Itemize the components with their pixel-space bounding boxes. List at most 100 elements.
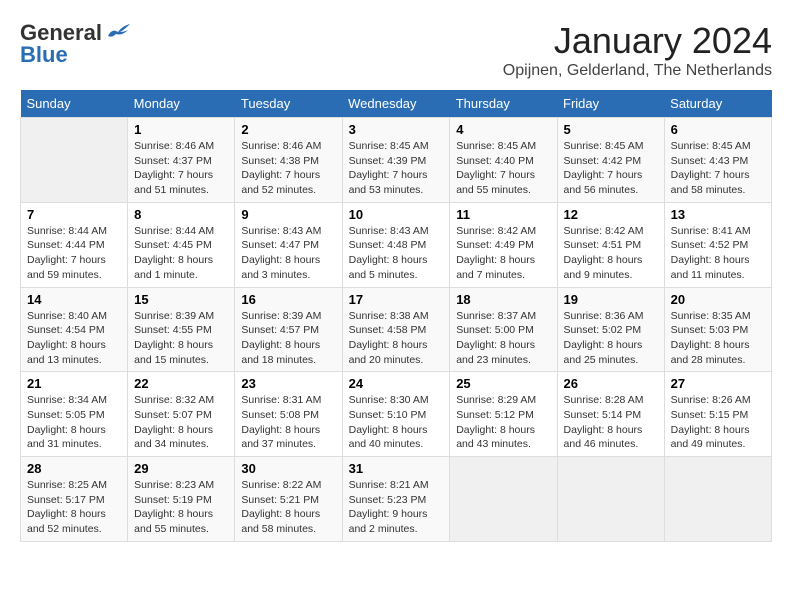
day-info: Sunrise: 8:43 AMSunset: 4:48 PMDaylight:… xyxy=(349,224,444,283)
day-info: Sunrise: 8:36 AMSunset: 5:02 PMDaylight:… xyxy=(564,309,658,368)
calendar-cell xyxy=(21,118,128,203)
day-info: Sunrise: 8:46 AMSunset: 4:38 PMDaylight:… xyxy=(241,139,335,198)
day-info: Sunrise: 8:44 AMSunset: 4:44 PMDaylight:… xyxy=(27,224,121,283)
calendar-cell: 20 Sunrise: 8:35 AMSunset: 5:03 PMDayligh… xyxy=(664,287,771,372)
day-info: Sunrise: 8:23 AMSunset: 5:19 PMDaylight:… xyxy=(134,478,228,537)
day-info: Sunrise: 8:29 AMSunset: 5:12 PMDaylight:… xyxy=(456,393,550,452)
day-number: 15 xyxy=(134,292,228,307)
day-info: Sunrise: 8:34 AMSunset: 5:05 PMDaylight:… xyxy=(27,393,121,452)
day-number: 10 xyxy=(349,207,444,222)
calendar-cell: 13 Sunrise: 8:41 AMSunset: 4:52 PMDayligh… xyxy=(664,202,771,287)
weekday-header-saturday: Saturday xyxy=(664,90,771,118)
day-number: 16 xyxy=(241,292,335,307)
day-info: Sunrise: 8:45 AMSunset: 4:43 PMDaylight:… xyxy=(671,139,765,198)
weekday-header-wednesday: Wednesday xyxy=(342,90,450,118)
weekday-header-friday: Friday xyxy=(557,90,664,118)
day-number: 24 xyxy=(349,376,444,391)
calendar-cell xyxy=(664,457,771,542)
calendar-cell: 1 Sunrise: 8:46 AMSunset: 4:37 PMDaylight… xyxy=(128,118,235,203)
day-info: Sunrise: 8:37 AMSunset: 5:00 PMDaylight:… xyxy=(456,309,550,368)
calendar-table: SundayMondayTuesdayWednesdayThursdayFrid… xyxy=(20,90,772,542)
weekday-header-tuesday: Tuesday xyxy=(235,90,342,118)
day-number: 20 xyxy=(671,292,765,307)
day-number: 29 xyxy=(134,461,228,476)
day-info: Sunrise: 8:39 AMSunset: 4:57 PMDaylight:… xyxy=(241,309,335,368)
calendar-week-5: 28 Sunrise: 8:25 AMSunset: 5:17 PMDayligh… xyxy=(21,457,772,542)
calendar-cell: 28 Sunrise: 8:25 AMSunset: 5:17 PMDayligh… xyxy=(21,457,128,542)
weekday-header-thursday: Thursday xyxy=(450,90,557,118)
calendar-cell: 31Sunrise: 8:21 AMSunset: 5:23 PMDayligh… xyxy=(342,457,450,542)
day-info: Sunrise: 8:45 AMSunset: 4:39 PMDaylight:… xyxy=(349,139,444,198)
calendar-week-3: 14Sunrise: 8:40 AMSunset: 4:54 PMDayligh… xyxy=(21,287,772,372)
day-info: Sunrise: 8:39 AMSunset: 4:55 PMDaylight:… xyxy=(134,309,228,368)
day-number: 1 xyxy=(134,122,228,137)
day-info: Sunrise: 8:31 AMSunset: 5:08 PMDaylight:… xyxy=(241,393,335,452)
title-block: January 2024 Opijnen, Gelderland, The Ne… xyxy=(503,20,772,80)
calendar-cell: 23Sunrise: 8:31 AMSunset: 5:08 PMDayligh… xyxy=(235,372,342,457)
calendar-cell: 10 Sunrise: 8:43 AMSunset: 4:48 PMDayligh… xyxy=(342,202,450,287)
day-info: Sunrise: 8:44 AMSunset: 4:45 PMDaylight:… xyxy=(134,224,228,283)
day-info: Sunrise: 8:26 AMSunset: 5:15 PMDaylight:… xyxy=(671,393,765,452)
calendar-cell: 8 Sunrise: 8:44 AMSunset: 4:45 PMDaylight… xyxy=(128,202,235,287)
day-info: Sunrise: 8:25 AMSunset: 5:17 PMDaylight:… xyxy=(27,478,121,537)
day-info: Sunrise: 8:38 AMSunset: 4:58 PMDaylight:… xyxy=(349,309,444,368)
day-info: Sunrise: 8:30 AMSunset: 5:10 PMDaylight:… xyxy=(349,393,444,452)
day-info: Sunrise: 8:28 AMSunset: 5:14 PMDaylight:… xyxy=(564,393,658,452)
calendar-cell: 9 Sunrise: 8:43 AMSunset: 4:47 PMDaylight… xyxy=(235,202,342,287)
logo-blue: Blue xyxy=(20,42,68,68)
day-number: 17 xyxy=(349,292,444,307)
calendar-header: SundayMondayTuesdayWednesdayThursdayFrid… xyxy=(21,90,772,118)
day-info: Sunrise: 8:21 AMSunset: 5:23 PMDaylight:… xyxy=(349,478,444,537)
day-number: 28 xyxy=(27,461,121,476)
day-number: 30 xyxy=(241,461,335,476)
day-info: Sunrise: 8:42 AMSunset: 4:49 PMDaylight:… xyxy=(456,224,550,283)
calendar-cell: 6 Sunrise: 8:45 AMSunset: 4:43 PMDaylight… xyxy=(664,118,771,203)
page-header: General Blue January 2024 Opijnen, Gelde… xyxy=(20,20,772,80)
day-info: Sunrise: 8:32 AMSunset: 5:07 PMDaylight:… xyxy=(134,393,228,452)
logo: General Blue xyxy=(20,20,132,68)
day-number: 6 xyxy=(671,122,765,137)
day-number: 11 xyxy=(456,207,550,222)
day-number: 12 xyxy=(564,207,658,222)
day-number: 5 xyxy=(564,122,658,137)
calendar-cell: 24 Sunrise: 8:30 AMSunset: 5:10 PMDayligh… xyxy=(342,372,450,457)
calendar-cell xyxy=(450,457,557,542)
day-number: 14 xyxy=(27,292,121,307)
day-info: Sunrise: 8:41 AMSunset: 4:52 PMDaylight:… xyxy=(671,224,765,283)
calendar-cell xyxy=(557,457,664,542)
calendar-week-1: 1 Sunrise: 8:46 AMSunset: 4:37 PMDaylight… xyxy=(21,118,772,203)
calendar-cell: 2 Sunrise: 8:46 AMSunset: 4:38 PMDaylight… xyxy=(235,118,342,203)
day-number: 13 xyxy=(671,207,765,222)
calendar-cell: 4Sunrise: 8:45 AMSunset: 4:40 PMDaylight… xyxy=(450,118,557,203)
month-title: January 2024 xyxy=(503,20,772,62)
location: Opijnen, Gelderland, The Netherlands xyxy=(503,62,772,80)
day-info: Sunrise: 8:43 AMSunset: 4:47 PMDaylight:… xyxy=(241,224,335,283)
day-number: 7 xyxy=(27,207,121,222)
day-number: 9 xyxy=(241,207,335,222)
calendar-cell: 27 Sunrise: 8:26 AMSunset: 5:15 PMDayligh… xyxy=(664,372,771,457)
day-number: 19 xyxy=(564,292,658,307)
calendar-cell: 30 Sunrise: 8:22 AMSunset: 5:21 PMDayligh… xyxy=(235,457,342,542)
day-number: 22 xyxy=(134,376,228,391)
day-info: Sunrise: 8:46 AMSunset: 4:37 PMDaylight:… xyxy=(134,139,228,198)
day-info: Sunrise: 8:35 AMSunset: 5:03 PMDaylight:… xyxy=(671,309,765,368)
calendar-week-4: 21 Sunrise: 8:34 AMSunset: 5:05 PMDayligh… xyxy=(21,372,772,457)
day-number: 26 xyxy=(564,376,658,391)
calendar-cell: 15 Sunrise: 8:39 AMSunset: 4:55 PMDayligh… xyxy=(128,287,235,372)
day-number: 8 xyxy=(134,207,228,222)
calendar-cell: 5Sunrise: 8:45 AMSunset: 4:42 PMDaylight… xyxy=(557,118,664,203)
calendar-cell: 11 Sunrise: 8:42 AMSunset: 4:49 PMDayligh… xyxy=(450,202,557,287)
logo-bird-icon xyxy=(104,22,132,44)
calendar-cell: 19 Sunrise: 8:36 AMSunset: 5:02 PMDayligh… xyxy=(557,287,664,372)
day-number: 4 xyxy=(456,122,550,137)
day-info: Sunrise: 8:22 AMSunset: 5:21 PMDaylight:… xyxy=(241,478,335,537)
day-number: 2 xyxy=(241,122,335,137)
day-number: 3 xyxy=(349,122,444,137)
calendar-cell: 21 Sunrise: 8:34 AMSunset: 5:05 PMDayligh… xyxy=(21,372,128,457)
day-number: 21 xyxy=(27,376,121,391)
weekday-header-monday: Monday xyxy=(128,90,235,118)
day-number: 25 xyxy=(456,376,550,391)
calendar-week-2: 7 Sunrise: 8:44 AMSunset: 4:44 PMDaylight… xyxy=(21,202,772,287)
day-number: 27 xyxy=(671,376,765,391)
weekday-header-sunday: Sunday xyxy=(21,90,128,118)
